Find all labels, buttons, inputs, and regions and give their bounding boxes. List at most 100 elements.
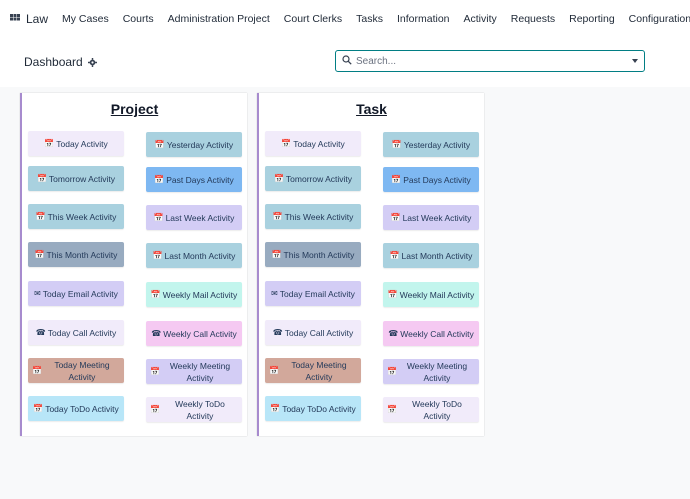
activity-tile-label: Today Call Activity xyxy=(47,327,117,338)
activity-tile[interactable]: 📅 Today ToDo Activity xyxy=(265,396,361,421)
activity-tile[interactable]: 📅 Last Month Activity xyxy=(146,243,242,268)
dashboard-content: Project 📅 Today Activity 📅 Yesterday Activi… xyxy=(0,87,690,499)
activity-tile-label: Weekly ToDo Activity xyxy=(412,398,462,421)
calendar-icon: 📅 xyxy=(387,404,397,414)
activity-tile-label: Today Meeting Activity xyxy=(54,359,110,382)
menu-item-my-cases[interactable]: My Cases xyxy=(62,13,109,25)
calendar-check-icon: 📅 xyxy=(272,211,283,221)
activity-tile-label: Past Days Activity xyxy=(403,174,471,185)
calendar-check-icon: 📅 xyxy=(390,212,401,222)
activity-tile[interactable]: 📅 This Month Activity xyxy=(265,242,361,267)
activity-tile[interactable]: 📅 Today ToDo Activity xyxy=(28,396,124,421)
calendar-check-icon: 📅 xyxy=(391,174,402,184)
phone-icon: ☎ xyxy=(151,328,162,338)
activity-tile[interactable]: 📅 Weekly Meeting Activity xyxy=(146,359,242,384)
activity-tile-label: Today ToDo Activity xyxy=(282,403,356,414)
gear-icon[interactable] xyxy=(87,57,97,67)
task-panel: Task 📅 Today Activity 📅 Yesterday Activity 📅… xyxy=(257,93,484,436)
apps-menu-icon[interactable] xyxy=(10,12,20,26)
activity-tile-label: Today Email Activity xyxy=(42,288,118,299)
activity-tile[interactable]: 📅 This Week Activity xyxy=(28,204,124,229)
calendar-check-icon: 📅 xyxy=(35,211,46,221)
activity-tile-label: Weekly Meeting Activity xyxy=(169,360,231,383)
calendar-icon: 📅 xyxy=(152,250,163,260)
activity-tile-label: Yesterday Activity xyxy=(403,139,471,150)
activity-tile[interactable]: 📅 Tomorrow Activity xyxy=(265,166,361,191)
activity-tile[interactable]: 📅 Tomorrow Activity xyxy=(28,166,124,191)
activity-tile-label: Today Call Activity xyxy=(284,327,354,338)
menu-item-configuration[interactable]: Configuration xyxy=(629,13,690,25)
phone-icon: ☎ xyxy=(35,327,46,337)
calendar-icon: 📅 xyxy=(150,289,161,299)
activity-tile-label: Tomorrow Activity xyxy=(285,173,353,184)
panel-title: Task xyxy=(356,101,387,117)
activity-tile-label: Today Activity xyxy=(56,138,108,149)
activity-tile[interactable]: ☎ Weekly Call Activity xyxy=(146,321,242,346)
activity-tile-label: Weekly Call Activity xyxy=(400,328,474,339)
activity-tile[interactable]: 📅 Last Month Activity xyxy=(383,243,479,268)
activity-tile[interactable]: ☎ Today Call Activity xyxy=(265,320,361,345)
activity-tile[interactable]: 📅 Yesterday Activity xyxy=(146,132,242,157)
activity-tile-label: This Week Activity xyxy=(47,211,117,222)
calendar-check-icon: 📅 xyxy=(33,403,44,413)
activity-tile[interactable]: 📅 Past Days Activity xyxy=(383,167,479,192)
activity-tile[interactable]: 📅 Last Week Activity xyxy=(383,205,479,230)
control-panel: Dashboard xyxy=(0,37,690,87)
activity-tile[interactable]: 📅 Today Activity xyxy=(265,131,361,156)
activity-tile[interactable]: 📅 This Month Activity xyxy=(28,242,124,267)
activity-tile[interactable]: 📅 Last Week Activity xyxy=(146,205,242,230)
activity-tile[interactable]: 📅 Weekly ToDo Activity xyxy=(146,397,242,422)
calendar-icon: 📅 xyxy=(387,289,398,299)
activity-tile[interactable]: 📅 Today Meeting Activity xyxy=(28,358,124,383)
calendar-check-icon: 📅 xyxy=(270,403,281,413)
activity-tile[interactable]: 📅 Yesterday Activity xyxy=(383,132,479,157)
menu-item-reporting[interactable]: Reporting xyxy=(569,13,615,25)
menu-item-court-clerks[interactable]: Court Clerks xyxy=(284,13,342,25)
activity-tile-label: Yesterday Activity xyxy=(166,139,234,150)
activity-tile-label: This Week Activity xyxy=(284,211,354,222)
phone-icon: ☎ xyxy=(388,328,399,338)
activity-tile[interactable]: 📅 Past Days Activity xyxy=(146,167,242,192)
activity-tile-label: Today Meeting Activity xyxy=(291,359,347,382)
calendar-icon: 📅 xyxy=(269,365,279,375)
calendar-icon: 📅 xyxy=(273,173,284,183)
menu-item-requests[interactable]: Requests xyxy=(511,13,555,25)
activity-tile-label: Weekly Meeting Activity xyxy=(406,360,468,383)
activity-tile[interactable]: 📅 Weekly Mail Activity xyxy=(383,282,479,307)
envelope-icon: ✉ xyxy=(271,288,278,298)
menu-item-tasks[interactable]: Tasks xyxy=(356,13,383,25)
search-options-dropdown-icon[interactable] xyxy=(632,59,638,63)
search-input[interactable] xyxy=(356,55,632,67)
page-title: Dashboard xyxy=(24,55,97,69)
activity-tile-label: Weekly Mail Activity xyxy=(162,289,238,300)
search-icon xyxy=(342,52,352,70)
menu-item-courts[interactable]: Courts xyxy=(123,13,154,25)
calendar-icon: 📅 xyxy=(36,173,47,183)
menu-item-information[interactable]: Information xyxy=(397,13,450,25)
activity-tile[interactable]: ✉ Today Email Activity xyxy=(265,281,361,306)
activity-tile-label: This Month Activity xyxy=(283,249,355,260)
activity-tile-label: Last Month Activity xyxy=(401,250,473,261)
activity-tile-label: Last Month Activity xyxy=(164,250,236,261)
panel-title: Project xyxy=(110,101,159,117)
activity-tile-label: Past Days Activity xyxy=(166,174,234,185)
activity-tile[interactable]: 📅 Today Activity xyxy=(28,131,124,156)
activity-tile[interactable]: ✉ Today Email Activity xyxy=(28,281,124,306)
calendar-icon: 📅 xyxy=(44,138,55,148)
calendar-icon: 📅 xyxy=(387,366,397,376)
activity-tile[interactable]: 📅 Today Meeting Activity xyxy=(265,358,361,383)
activity-tile[interactable]: 📅 Weekly ToDo Activity xyxy=(383,397,479,422)
activity-tile[interactable]: 📅 Weekly Meeting Activity xyxy=(383,359,479,384)
top-navbar: Law My Cases Courts Administration Proje… xyxy=(0,0,690,37)
menu-item-administration-project[interactable]: Administration Project xyxy=(168,13,270,25)
calendar-icon: 📅 xyxy=(32,365,42,375)
activity-tile[interactable]: 📅 Weekly Mail Activity xyxy=(146,282,242,307)
activity-tile[interactable]: 📅 This Week Activity xyxy=(265,204,361,229)
search-bar xyxy=(335,50,645,72)
activity-tile-label: Last Week Activity xyxy=(165,212,235,223)
menu-item-activity[interactable]: Activity xyxy=(464,13,497,25)
activity-tile[interactable]: ☎ Today Call Activity xyxy=(28,320,124,345)
activity-tile[interactable]: ☎ Weekly Call Activity xyxy=(383,321,479,346)
app-name[interactable]: Law xyxy=(26,12,48,26)
phone-icon: ☎ xyxy=(272,327,283,337)
